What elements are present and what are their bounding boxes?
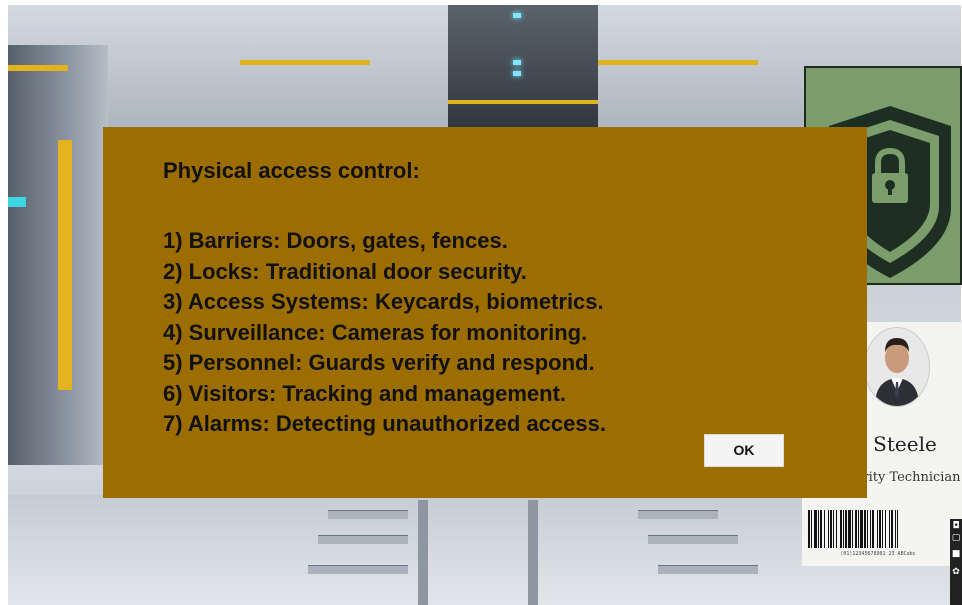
barcode <box>808 510 898 548</box>
yellow-trim <box>598 60 758 65</box>
list-item: 2) Locks: Traditional door security. <box>163 258 527 284</box>
yellow-trim <box>58 140 72 390</box>
floor-rail <box>528 500 538 605</box>
ceiling-vent <box>448 5 598 135</box>
chat-icon[interactable]: ■ <box>951 549 961 559</box>
floor-vent <box>648 535 738 544</box>
ok-button[interactable]: OK <box>704 434 784 467</box>
camera-icon[interactable]: ◘ <box>951 521 961 531</box>
floor-vent <box>318 535 408 544</box>
floor-rail <box>418 500 428 605</box>
floor-vent <box>638 510 718 519</box>
ceiling-light <box>513 13 521 18</box>
floor-vent <box>328 510 408 519</box>
barcode-number: (01)12345678901 23 ABCabc <box>840 551 916 557</box>
floor-vent <box>308 565 408 574</box>
ceiling-light <box>513 60 521 65</box>
card-icon[interactable]: ▢ <box>951 533 961 543</box>
ceiling-light <box>513 71 521 76</box>
yellow-trim <box>8 65 68 71</box>
floor-vent <box>658 565 758 574</box>
info-dialog: Physical access control: 1) Barriers: Do… <box>103 127 867 498</box>
list-item: 6) Visitors: Tracking and management. <box>163 380 567 406</box>
list-item: 7) Alarms: Detecting unauthorized access… <box>163 411 606 436</box>
avatar <box>864 327 930 407</box>
list-item: 5) Personnel: Guards verify and respond. <box>163 350 595 375</box>
list-item: 4) Surveillance: Cameras for monitoring. <box>163 319 588 345</box>
yellow-trim <box>448 100 598 104</box>
dialog-title: Physical access control: <box>163 158 420 183</box>
yellow-trim <box>240 60 370 65</box>
list-item: 1) Barriers: Doors, gates, fences. <box>163 228 508 253</box>
id-role: urity Technician <box>854 470 961 485</box>
gear-icon[interactable]: ✿ <box>951 567 961 577</box>
side-toolbar: ◘ ▢ ■ ✿ <box>950 519 962 605</box>
list-item: 3) Access Systems: Keycards, biometrics. <box>163 289 604 314</box>
access-control-list: 1) Barriers: Doors, gates, fences. 2) Lo… <box>163 226 606 440</box>
wall-light <box>8 197 26 207</box>
